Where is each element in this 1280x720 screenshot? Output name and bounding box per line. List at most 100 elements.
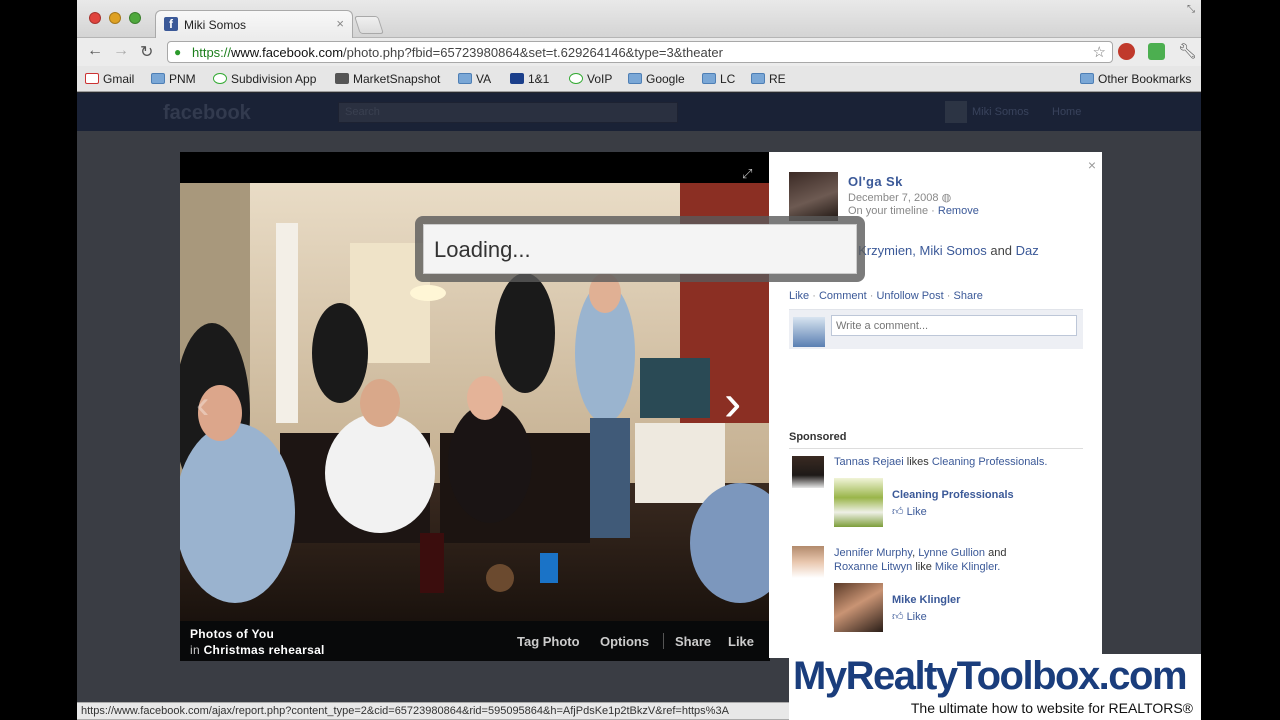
bookmark-marketsnapshot[interactable]: MarketSnapshot — [335, 72, 440, 86]
url-text: https://www.facebook.com/photo.php?fbid=… — [192, 45, 723, 60]
bookmark-lc[interactable]: LC — [702, 72, 735, 86]
other-bookmarks[interactable]: Other Bookmarks — [1080, 72, 1191, 86]
bookmark-gmail[interactable]: Gmail — [85, 72, 134, 86]
sponsored-heading: Sponsored — [789, 431, 847, 443]
ad-social-line: Jennifer Murphy, Lynne Gullion and Roxann… — [834, 547, 1007, 573]
browser-window: f Miki Somos × ⤡ ← → ↻ ● https://www.fac… — [77, 0, 1201, 720]
bookmark-star-icon[interactable]: ☆ — [1093, 43, 1106, 61]
close-icon[interactable]: × — [1088, 157, 1096, 173]
reload-icon[interactable]: ↻ — [140, 42, 153, 62]
options-button[interactable]: Options — [600, 634, 649, 649]
bookmark-va[interactable]: VA — [458, 72, 491, 86]
browser-toolbar: ← → ↻ ● https://www.facebook.com/photo.p… — [77, 38, 1201, 66]
globe-icon: ◍ — [941, 192, 952, 204]
previous-photo-icon[interactable]: ‹ — [196, 383, 209, 428]
divider — [789, 448, 1083, 449]
bookmark-re[interactable]: RE — [751, 72, 786, 86]
address-bar[interactable]: ● https://www.facebook.com/photo.php?fbi… — [167, 41, 1113, 63]
ad-like-button[interactable]: 👍︎ Like — [892, 610, 927, 623]
next-photo-icon[interactable]: › — [724, 373, 741, 433]
avatar[interactable] — [945, 101, 967, 123]
album-name-link[interactable]: Christmas rehearsal — [204, 643, 325, 657]
avatar — [793, 317, 825, 347]
loading-overlay: Loading... — [415, 216, 865, 282]
tagged-person-link[interactable]: Daz — [1016, 243, 1039, 258]
facebook-logo[interactable]: facebook — [163, 102, 251, 125]
thumbs-up-icon: 👍︎ — [892, 611, 904, 623]
share-button[interactable]: Share — [675, 634, 711, 649]
remove-link[interactable]: Remove — [938, 205, 979, 217]
ad-thumbnail-image[interactable] — [834, 478, 883, 527]
folder-icon — [702, 73, 716, 84]
ad-actor-link[interactable]: Jennifer Murphy — [834, 547, 912, 559]
loading-text: Loading... — [434, 237, 531, 262]
site-icon — [569, 73, 583, 84]
back-icon[interactable]: ← — [87, 42, 103, 60]
album-name-line: in Christmas rehearsal — [190, 643, 325, 657]
post-date[interactable]: December 7, 2008 ◍ — [848, 191, 951, 204]
like-link[interactable]: Like — [789, 290, 809, 302]
brand-watermark: MyRealtyToolbox.com The ultimate how to … — [789, 654, 1201, 720]
tab-title: Miki Somos — [184, 18, 247, 32]
comment-box — [789, 309, 1083, 349]
extension-lastpass-icon[interactable] — [1118, 43, 1135, 60]
tab-close-icon[interactable]: × — [336, 16, 344, 31]
tagged-people: z Krzymien, Miki Somos and Daz — [848, 243, 1039, 258]
ad-social-line: Tannas Rejaei likes Cleaning Professiona… — [834, 456, 1048, 468]
extension-evernote-icon[interactable] — [1148, 43, 1165, 60]
avatar[interactable] — [792, 456, 824, 488]
share-link[interactable]: Share — [954, 290, 983, 302]
bookmark-1and1[interactable]: 1&1 — [510, 72, 549, 86]
unfollow-post-link[interactable]: Unfollow Post — [876, 290, 943, 302]
bookmark-subdivision-app[interactable]: Subdivision App — [213, 72, 316, 86]
folder-icon — [751, 73, 765, 84]
ad-actor-link[interactable]: Lynne Gullion — [918, 547, 985, 559]
ad-thumbnail-image[interactable] — [834, 583, 883, 632]
tag-photo-button[interactable]: Tag Photo — [517, 634, 580, 649]
ad-like-button[interactable]: 👍︎ Like — [892, 505, 927, 518]
ad-actor-link[interactable]: Roxanne Litwyn — [834, 561, 912, 573]
site-icon — [510, 73, 524, 84]
album-source-label[interactable]: Photos of You — [190, 627, 274, 641]
minimize-window-button[interactable] — [109, 12, 121, 24]
fullscreen-icon[interactable]: ⤡ — [1187, 4, 1195, 15]
poster-name[interactable]: Ol'ga Sk — [848, 174, 903, 189]
expand-icon[interactable]: ⤢ — [742, 166, 752, 182]
bookmark-google[interactable]: Google — [628, 72, 685, 86]
bookmark-voip[interactable]: VoIP — [569, 72, 612, 86]
divider — [663, 633, 664, 649]
bookmarks-bar: Gmail PNM Subdivision App MarketSnapshot… — [77, 66, 1201, 92]
avatar[interactable] — [789, 172, 838, 221]
bookmark-pnm[interactable]: PNM — [151, 72, 196, 86]
brand-title: MyRealtyToolbox.com — [793, 654, 1188, 698]
facebook-user-name[interactable]: Miki Somos — [972, 106, 1029, 118]
folder-icon — [151, 73, 165, 84]
folder-icon — [628, 73, 642, 84]
tagged-person-link[interactable]: Miki Somos — [920, 243, 987, 258]
title-bar: f Miki Somos × ⤡ — [77, 0, 1201, 38]
forward-icon[interactable]: → — [113, 42, 129, 60]
brand-tagline: The ultimate how to website for REALTORS… — [910, 700, 1193, 716]
folder-icon — [458, 73, 472, 84]
facebook-search-input[interactable]: Search — [338, 102, 678, 123]
avatar[interactable] — [792, 546, 824, 578]
ad-target-link[interactable]: Cleaning Professionals. — [932, 456, 1048, 468]
ad-actor-link[interactable]: Tannas Rejaei — [834, 456, 904, 468]
right-margin — [1201, 0, 1280, 720]
ad-target-link[interactable]: Mike Klingler. — [935, 561, 1000, 573]
comment-link[interactable]: Comment — [819, 290, 867, 302]
browser-tab[interactable]: f Miki Somos × — [155, 10, 353, 38]
facebook-home-link[interactable]: Home — [1052, 106, 1081, 118]
new-tab-button[interactable] — [354, 16, 384, 34]
loading-box: Loading... — [423, 224, 857, 274]
close-window-button[interactable] — [89, 12, 101, 24]
ad-title-link[interactable]: Cleaning Professionals — [892, 489, 1014, 501]
like-button[interactable]: Like — [728, 634, 754, 649]
wrench-menu-icon[interactable]: 🔧︎ — [1178, 42, 1197, 60]
ad-title-link[interactable]: Mike Klingler — [892, 594, 960, 606]
photo-caption-bar: Photos of You in Christmas rehearsal Tag… — [180, 621, 770, 661]
zoom-window-button[interactable] — [129, 12, 141, 24]
lock-icon: ● — [174, 45, 182, 59]
comment-input[interactable] — [831, 315, 1077, 336]
timeline-line: On your timeline · Remove — [848, 205, 979, 217]
